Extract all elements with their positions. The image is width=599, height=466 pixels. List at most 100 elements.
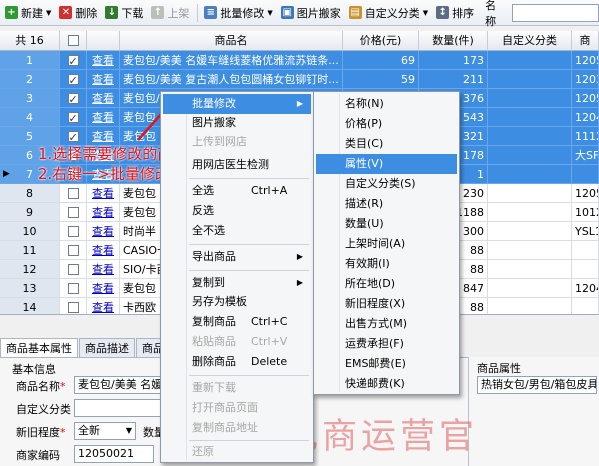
code-column-header[interactable]: 商 bbox=[572, 31, 599, 51]
row-checkbox[interactable] bbox=[67, 206, 79, 218]
submenu-item[interactable]: 快递邮费(K) bbox=[316, 374, 457, 394]
merchant-code-field[interactable]: 12050021 bbox=[74, 445, 154, 463]
submenu-item[interactable]: 属性(V) bbox=[316, 154, 457, 174]
menu-export[interactable]: 导出商品 ▶ bbox=[163, 247, 311, 267]
price-cell[interactable]: 59 bbox=[343, 70, 419, 89]
new-button[interactable]: + 新建 ▼ bbox=[2, 2, 54, 24]
custom-category-cell[interactable] bbox=[488, 146, 572, 165]
menu-copy-url[interactable]: 复制商品地址 bbox=[163, 418, 311, 438]
name-search-input[interactable] bbox=[512, 3, 599, 22]
view-link[interactable]: 查看 bbox=[87, 222, 120, 241]
view-link[interactable]: 查看 bbox=[87, 51, 120, 70]
custom-category-cell[interactable] bbox=[488, 184, 572, 203]
menu-image-move[interactable]: 图片搬家 bbox=[163, 113, 311, 133]
menu-restore[interactable]: 还原 bbox=[163, 442, 311, 462]
price-column-header[interactable]: 价格(元) bbox=[343, 31, 419, 51]
submenu-item[interactable]: 类目(C) bbox=[316, 134, 457, 154]
menu-copy[interactable]: 复制商品 Ctrl+C bbox=[163, 312, 311, 332]
code-cell[interactable] bbox=[572, 241, 599, 260]
menu-invert-selection[interactable]: 反选 bbox=[163, 201, 311, 221]
row-checkbox[interactable] bbox=[67, 282, 79, 294]
code-cell[interactable] bbox=[572, 260, 599, 279]
code-cell[interactable]: 1205 bbox=[572, 51, 599, 70]
view-link[interactable]: 查看 bbox=[87, 279, 120, 298]
custom-category-cell[interactable] bbox=[488, 222, 572, 241]
code-cell[interactable]: 1012 bbox=[572, 203, 599, 222]
menu-save-template[interactable]: 另存为模板 bbox=[163, 292, 311, 312]
submenu-item[interactable]: 名称(N) bbox=[316, 94, 457, 114]
row-checkbox[interactable] bbox=[67, 52, 79, 69]
submenu-item[interactable]: 新旧程度(X) bbox=[316, 294, 457, 314]
custom-category-cell[interactable] bbox=[488, 108, 572, 127]
custom-category-cell[interactable] bbox=[488, 260, 572, 279]
code-cell[interactable]: 大SF bbox=[572, 146, 599, 165]
menu-open-page[interactable]: 打开商品页面 bbox=[163, 398, 311, 418]
submenu-item[interactable]: 描述(R) bbox=[316, 194, 457, 214]
product-name-cell[interactable]: 麦包包/美美 复古潮人包包圆桶女包铆钉时... bbox=[120, 70, 343, 89]
code-cell[interactable]: 1205 bbox=[572, 89, 599, 108]
row-checkbox[interactable] bbox=[67, 90, 79, 107]
row-checkbox[interactable] bbox=[67, 225, 79, 237]
menu-store-doctor[interactable]: 用网店医生检测 bbox=[163, 155, 311, 175]
select-all-checkbox[interactable] bbox=[67, 34, 79, 46]
product-name-cell[interactable]: 麦包包/美美 名媛车缝线菱格优雅流苏链条... bbox=[120, 51, 343, 70]
tab-description[interactable]: 商品描述 bbox=[79, 338, 135, 358]
view-link[interactable]: 查看 bbox=[87, 70, 120, 89]
menu-delete[interactable]: 删除商品 Delete bbox=[163, 352, 311, 372]
custom-category-cell[interactable] bbox=[488, 165, 572, 184]
view-link[interactable]: 查看 bbox=[87, 89, 120, 108]
custom-category-cell[interactable] bbox=[488, 203, 572, 222]
menu-batch-edit[interactable]: 批量修改 ▶ bbox=[163, 94, 311, 114]
tab-basic-attributes[interactable]: 商品基本属性 bbox=[0, 338, 78, 358]
name-column-header[interactable]: 商品名 bbox=[120, 31, 343, 51]
custom-category-cell[interactable] bbox=[488, 51, 572, 70]
delete-button[interactable]: ✕ 删除 bbox=[56, 2, 100, 24]
image-move-button[interactable]: ▣ 图片搬家 bbox=[278, 2, 344, 24]
submenu-item[interactable]: 有效期(I) bbox=[316, 254, 457, 274]
custom-category-cell[interactable] bbox=[488, 70, 572, 89]
price-cell[interactable]: 69 bbox=[343, 51, 419, 70]
custom-category-cell[interactable] bbox=[488, 241, 572, 260]
view-link[interactable]: 查看 bbox=[87, 260, 120, 279]
submenu-item[interactable]: 数量(U) bbox=[316, 214, 457, 234]
row-checkbox[interactable] bbox=[67, 187, 79, 199]
submenu-item[interactable]: 出售方式(M) bbox=[316, 314, 457, 334]
submenu-item[interactable]: 自定义分类(S) bbox=[316, 174, 457, 194]
row-checkbox[interactable] bbox=[67, 71, 79, 88]
view-link[interactable]: 查看 bbox=[87, 298, 120, 314]
menu-copy-to[interactable]: 复制到 ▶ bbox=[163, 273, 311, 293]
custom-category-button[interactable]: ▤ 自定义分类 ▼ bbox=[346, 2, 431, 24]
row-checkbox[interactable] bbox=[67, 244, 79, 256]
code-cell[interactable]: 1112 bbox=[572, 127, 599, 146]
row-checkbox[interactable] bbox=[67, 128, 79, 145]
row-checkbox[interactable] bbox=[67, 263, 79, 275]
submenu-item[interactable]: 运费承担(F) bbox=[316, 334, 457, 354]
upload-button[interactable]: ↑ 上架 bbox=[148, 2, 192, 24]
view-link[interactable]: 查看 bbox=[87, 241, 120, 260]
code-cell[interactable]: 1204 bbox=[572, 108, 599, 127]
quantity-cell[interactable]: 173 bbox=[419, 51, 488, 70]
custom-category-column-header[interactable]: 自定义分类 bbox=[488, 31, 572, 51]
custom-category-cell[interactable] bbox=[488, 89, 572, 108]
code-cell[interactable] bbox=[572, 165, 599, 184]
select-all-header[interactable] bbox=[60, 31, 87, 51]
menu-redownload[interactable]: 重新下载 bbox=[163, 378, 311, 398]
code-cell[interactable]: YSL1 bbox=[572, 222, 599, 241]
submenu-item[interactable]: 上架时间(A) bbox=[316, 234, 457, 254]
menu-select-all[interactable]: 全选 Ctrl+A bbox=[163, 181, 311, 201]
submenu-item[interactable]: 所在地(D) bbox=[316, 274, 457, 294]
custom-category-field[interactable] bbox=[74, 399, 169, 417]
menu-deselect-all[interactable]: 全不选 bbox=[163, 221, 311, 241]
table-row[interactable]: 2 查看麦包包/美美 复古潮人包包圆桶女包铆钉时...59211 1203 bbox=[0, 70, 599, 89]
view-link[interactable]: 查看 bbox=[87, 108, 120, 127]
menu-paste[interactable]: 粘贴商品 Ctrl+V bbox=[163, 332, 311, 352]
code-cell[interactable]: 1203 bbox=[572, 70, 599, 89]
custom-category-cell[interactable] bbox=[488, 298, 572, 314]
submenu-item[interactable]: EMS邮费(E) bbox=[316, 354, 457, 374]
code-cell[interactable]: 1204 bbox=[572, 279, 599, 298]
product-name-field[interactable]: 麦包包/美美 名媛车 bbox=[74, 376, 169, 394]
condition-select[interactable]: 全新 ▼ bbox=[74, 422, 136, 440]
submenu-item[interactable]: 价格(P) bbox=[316, 114, 457, 134]
custom-category-cell[interactable] bbox=[488, 127, 572, 146]
sort-button[interactable]: ↕ 排序 bbox=[433, 2, 477, 24]
